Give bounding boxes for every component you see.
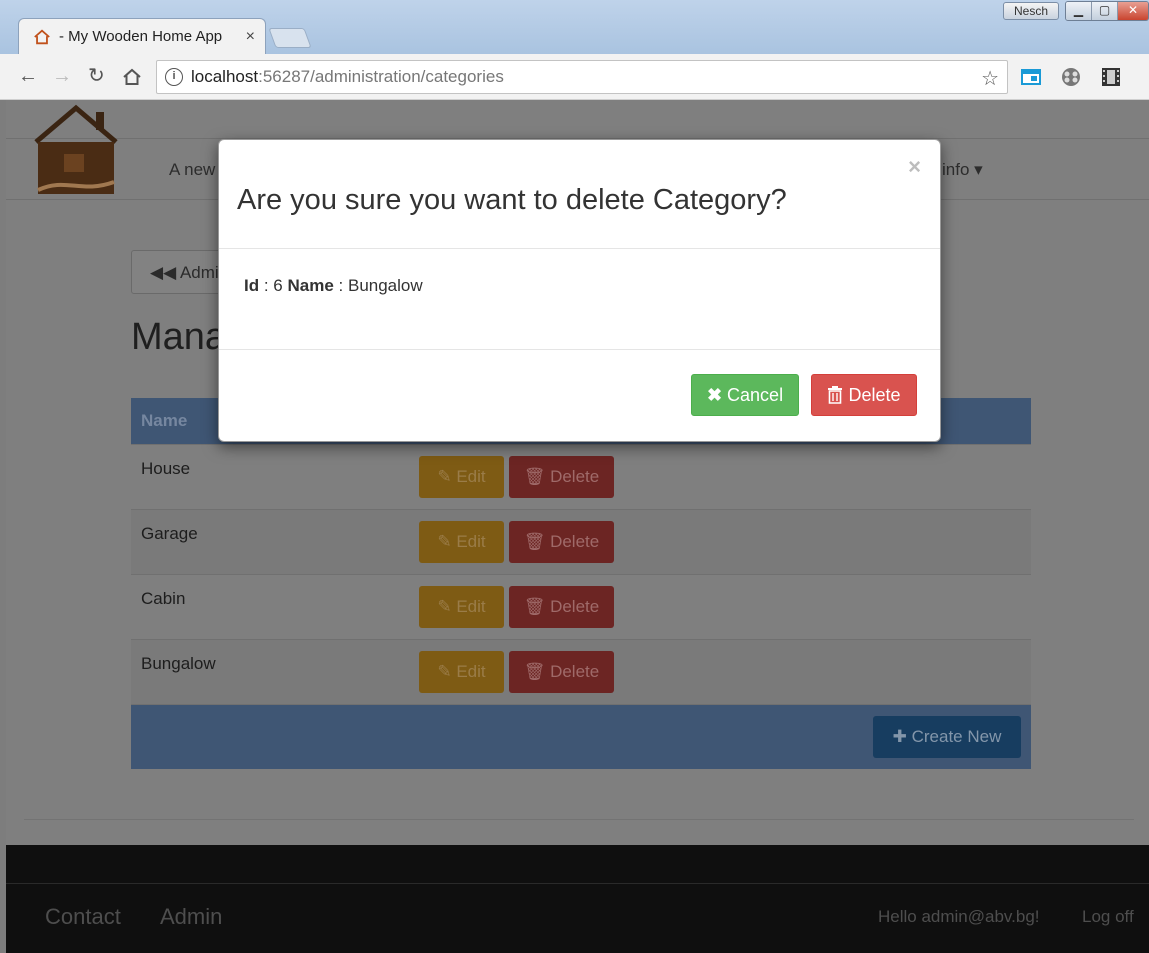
delete-button[interactable]: 🗑 Delete (509, 456, 614, 498)
home-icon[interactable] (122, 67, 142, 87)
forward-arrow-icon[interactable]: → (52, 65, 72, 87)
delete-button[interactable]: 🗑 Delete (509, 521, 614, 563)
table-footer: ✚ Create New (131, 704, 1031, 769)
categories-table: Name House ✎ Edit 🗑 Delete Garage ✎ Edit… (131, 398, 1031, 769)
window-controls: Nesch ▁ ▢ ✕ (1002, 0, 1149, 21)
trash-icon (828, 386, 843, 404)
bookmark-star-icon[interactable]: ☆ (981, 66, 999, 91)
edit-button[interactable]: ✎ Edit (419, 456, 504, 498)
home-favicon-icon (34, 29, 50, 44)
row-name: Garage (141, 524, 198, 543)
back-arrow-icon[interactable]: ← (18, 65, 38, 87)
profile-chip[interactable]: Nesch (1002, 2, 1059, 20)
edit-button[interactable]: ✎ Edit (419, 651, 504, 693)
row-name: Bungalow (141, 654, 216, 673)
id-label: Id (244, 276, 260, 295)
address-bar[interactable]: i localhost:56287/administration/categor… (156, 60, 1008, 94)
tab-title: - My Wooden Home App (59, 28, 223, 45)
modal-header-divider (219, 248, 940, 249)
new-tab-button[interactable] (268, 28, 312, 48)
footer-divider (6, 883, 1149, 884)
table-row: Bungalow ✎ Edit 🗑 Delete (131, 639, 1031, 704)
x-mark-icon: ✖ (706, 384, 723, 405)
house-logo-icon[interactable] (26, 102, 126, 196)
reload-icon[interactable]: ↻ (88, 65, 105, 87)
table-row: Garage ✎ Edit 🗑 Delete (131, 509, 1031, 574)
footer-link-admin[interactable]: Admin (160, 904, 222, 930)
table-row: House ✎ Edit 🗑 Delete (131, 444, 1031, 509)
browser-tab[interactable]: - My Wooden Home App × (18, 18, 266, 54)
user-greeting[interactable]: Hello admin@abv.bg! (878, 907, 1040, 927)
edit-button[interactable]: ✎ Edit (419, 586, 504, 628)
page-title: Mana (131, 316, 227, 358)
delete-button[interactable]: 🗑 Delete (509, 586, 614, 628)
edit-button[interactable]: ✎ Edit (419, 521, 504, 563)
name-label: Name (287, 276, 334, 295)
modal-close-icon[interactable]: × (908, 156, 921, 178)
modal-body: Id : 6 Name : Bungalow (244, 276, 423, 296)
footer-link-contact[interactable]: Contact (45, 904, 121, 930)
table-row: Cabin ✎ Edit 🗑 Delete (131, 574, 1031, 639)
extension-window-icon[interactable] (1020, 66, 1042, 88)
maximize-icon[interactable]: ▢ (1092, 2, 1118, 20)
name-value: : Bungalow (338, 276, 423, 295)
extension-film-reel-icon[interactable] (1060, 66, 1082, 88)
info-dropdown[interactable]: info ▾ (942, 160, 983, 180)
delete-button[interactable]: 🗑 Delete (509, 651, 614, 693)
row-name: House (141, 459, 191, 478)
log-off-link[interactable]: Log off (1082, 907, 1134, 927)
browser-toolbar: ← → ↻ i localhost:56287/administration/c… (0, 54, 1149, 100)
browser-titlebar: - My Wooden Home App × Nesch ▁ ▢ ✕ (0, 0, 1149, 54)
cancel-button[interactable]: ✖ Cancel (691, 374, 799, 416)
window-close-icon[interactable]: ✕ (1118, 2, 1148, 20)
double-chevron-left-icon: ◀◀ (150, 263, 177, 282)
id-value: : 6 (263, 276, 283, 295)
site-footer: Contact Admin Hello admin@abv.bg! Log of… (6, 845, 1149, 953)
extension-film-strip-icon[interactable] (1100, 66, 1122, 88)
site-info-icon[interactable]: i (165, 68, 183, 86)
create-new-button[interactable]: ✚ Create New (873, 716, 1021, 758)
minimize-icon[interactable]: ▁ (1066, 2, 1092, 20)
row-name: Cabin (141, 589, 186, 608)
modal-title: Are you sure you want to delete Category… (237, 184, 787, 216)
modal-footer-divider (219, 349, 940, 350)
tab-close-icon[interactable]: × (246, 28, 255, 46)
navbar-text[interactable]: A new (169, 160, 215, 180)
delete-confirm-modal: × Are you sure you want to delete Catego… (218, 139, 941, 442)
divider (24, 819, 1134, 820)
url-text: localhost:56287/administration/categorie… (191, 67, 504, 86)
confirm-delete-button[interactable]: Delete (811, 374, 917, 416)
